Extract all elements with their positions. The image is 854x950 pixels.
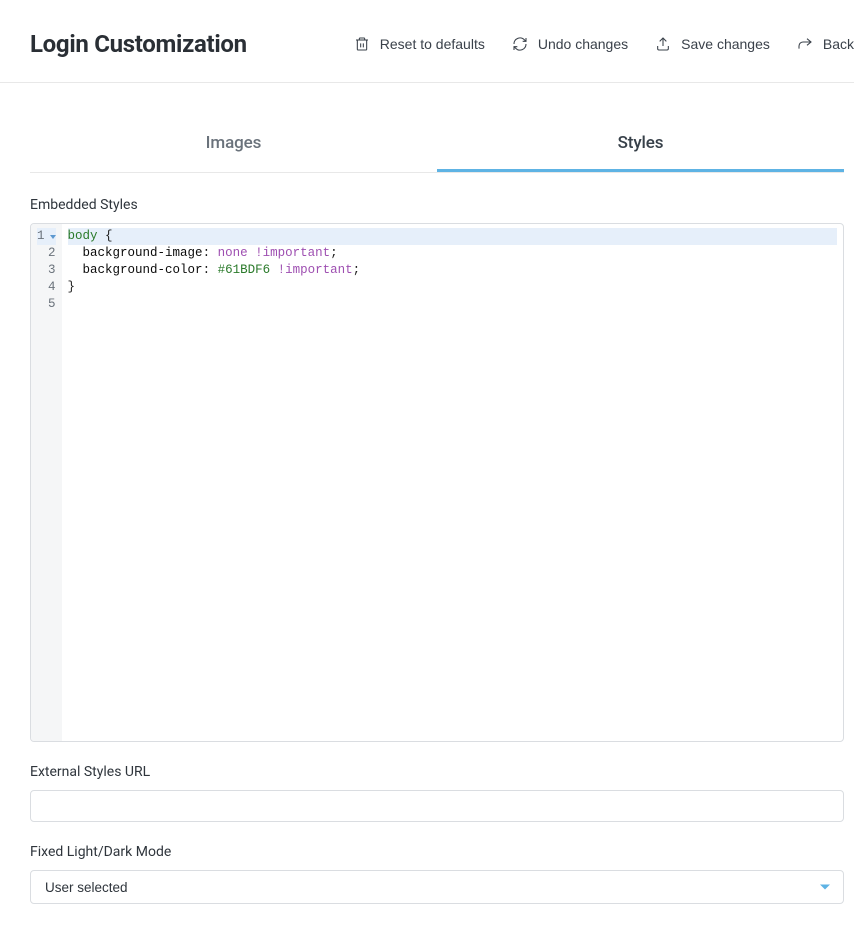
embedded-styles-label: Embedded Styles bbox=[30, 197, 844, 213]
line-number: 3 bbox=[37, 262, 56, 279]
trash-icon bbox=[353, 35, 371, 53]
upload-icon bbox=[654, 35, 672, 53]
mode-select[interactable]: User selected bbox=[30, 870, 844, 904]
refresh-icon bbox=[511, 35, 529, 53]
save-label: Save changes bbox=[681, 36, 770, 52]
reset-label: Reset to defaults bbox=[380, 36, 485, 52]
line-number: 4 bbox=[37, 279, 56, 296]
line-number: 2 bbox=[37, 245, 56, 262]
reset-button[interactable]: Reset to defaults bbox=[353, 35, 485, 53]
undo-button[interactable]: Undo changes bbox=[511, 35, 628, 53]
external-styles-input[interactable] bbox=[30, 790, 844, 822]
tab-bar: Images Styles bbox=[30, 121, 844, 173]
code-line[interactable]: body { bbox=[68, 228, 837, 245]
back-button[interactable]: Back bbox=[796, 35, 854, 53]
css-code-editor[interactable]: 12345 body { background-image: none !imp… bbox=[30, 223, 844, 742]
tab-images[interactable]: Images bbox=[30, 121, 437, 172]
editor-code-area[interactable]: body { background-image: none !important… bbox=[62, 224, 843, 741]
fold-caret-icon[interactable] bbox=[50, 235, 56, 239]
line-number: 5 bbox=[37, 296, 56, 313]
undo-label: Undo changes bbox=[538, 36, 628, 52]
tab-styles-label: Styles bbox=[618, 133, 664, 153]
code-line[interactable] bbox=[68, 296, 837, 313]
mode-label: Fixed Light/Dark Mode bbox=[30, 844, 844, 860]
code-line[interactable]: background-color: #61BDF6 !important; bbox=[68, 262, 837, 279]
save-button[interactable]: Save changes bbox=[654, 35, 770, 53]
line-number: 1 bbox=[37, 228, 56, 245]
tab-styles[interactable]: Styles bbox=[437, 121, 844, 172]
code-line[interactable]: } bbox=[68, 279, 837, 296]
mode-select-value: User selected bbox=[45, 880, 128, 895]
external-styles-label: External Styles URL bbox=[30, 764, 844, 780]
toolbar: Reset to defaults Undo changes Save chan… bbox=[353, 35, 854, 53]
back-label: Back bbox=[823, 36, 854, 52]
code-line[interactable]: background-image: none !important; bbox=[68, 245, 837, 262]
page-header: Login Customization Reset to defaults Un… bbox=[0, 20, 854, 83]
page-title: Login Customization bbox=[30, 30, 247, 58]
forward-arrow-icon bbox=[796, 35, 814, 53]
tab-images-label: Images bbox=[206, 133, 262, 153]
editor-gutter: 12345 bbox=[31, 224, 62, 741]
